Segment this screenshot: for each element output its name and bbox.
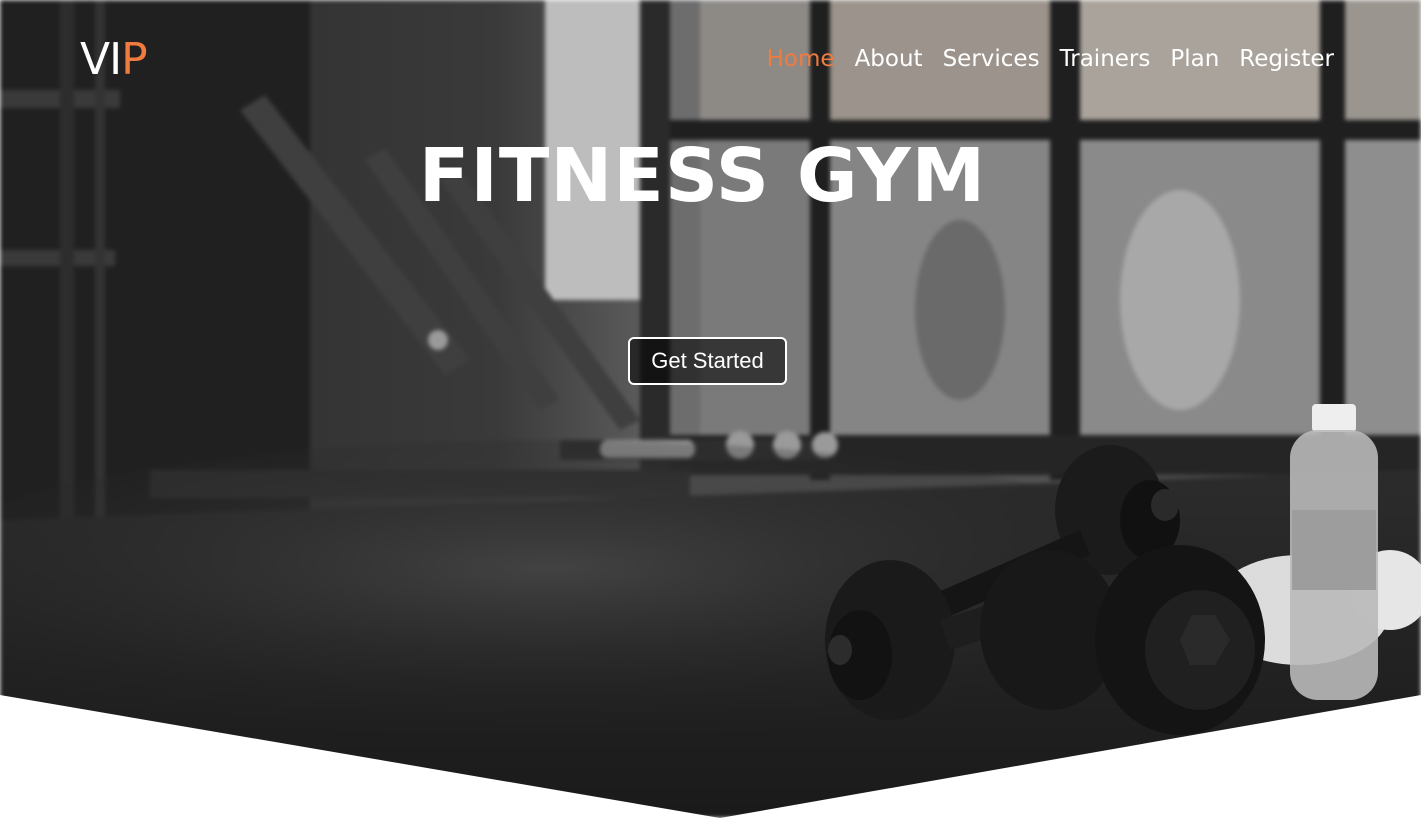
nav-link-about[interactable]: About (855, 42, 923, 76)
water-bottle-icon (1290, 404, 1378, 700)
nav-link-plan[interactable]: Plan (1170, 42, 1219, 76)
nav-link-trainers[interactable]: Trainers (1060, 42, 1151, 76)
brand-logo[interactable]: VIP (80, 34, 148, 86)
main-nav: Home About Services Trainers Plan Regist… (767, 42, 1334, 76)
nav-link-register[interactable]: Register (1239, 42, 1334, 76)
logo-text: VI (80, 34, 122, 85)
logo-accent-text: P (121, 34, 148, 85)
nav-link-home[interactable]: Home (767, 42, 835, 76)
hero-title: FITNESS GYM (418, 133, 987, 219)
dumbbells-image (825, 404, 1421, 735)
hero-section: VIP Home About Services Trainers Plan Re… (0, 0, 1421, 818)
nav-link-services[interactable]: Services (943, 42, 1040, 76)
get-started-button[interactable]: Get Started (628, 337, 787, 385)
